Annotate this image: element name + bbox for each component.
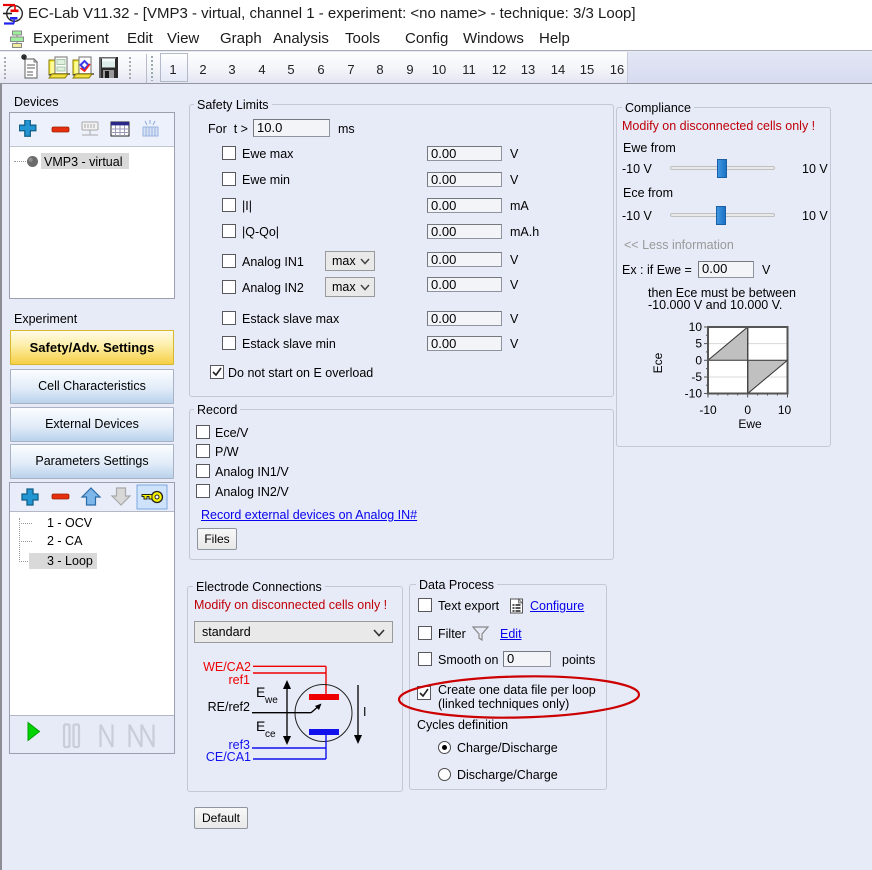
svg-text:0: 0	[695, 353, 702, 367]
svg-text:5: 5	[695, 337, 702, 351]
svg-text:WE/CA2: WE/CA2	[203, 660, 251, 674]
svg-text:-5: -5	[691, 370, 702, 384]
svg-text:E: E	[256, 684, 265, 700]
svg-text:E: E	[256, 718, 265, 734]
svg-text:0: 0	[744, 403, 751, 417]
svg-text:Ece: Ece	[651, 352, 665, 373]
svg-text:ref1: ref1	[228, 673, 250, 687]
svg-text:ce: ce	[265, 729, 276, 740]
svg-text:-10: -10	[699, 403, 717, 417]
svg-text:we: we	[264, 695, 278, 706]
svg-text:I: I	[363, 705, 366, 719]
svg-text:RE/ref2: RE/ref2	[208, 700, 250, 714]
svg-text:10: 10	[778, 403, 792, 417]
svg-text:Ewe: Ewe	[738, 417, 762, 431]
svg-text:-10: -10	[685, 387, 703, 401]
svg-text:CE/CA1: CE/CA1	[206, 750, 251, 764]
svg-text:10: 10	[689, 320, 703, 334]
